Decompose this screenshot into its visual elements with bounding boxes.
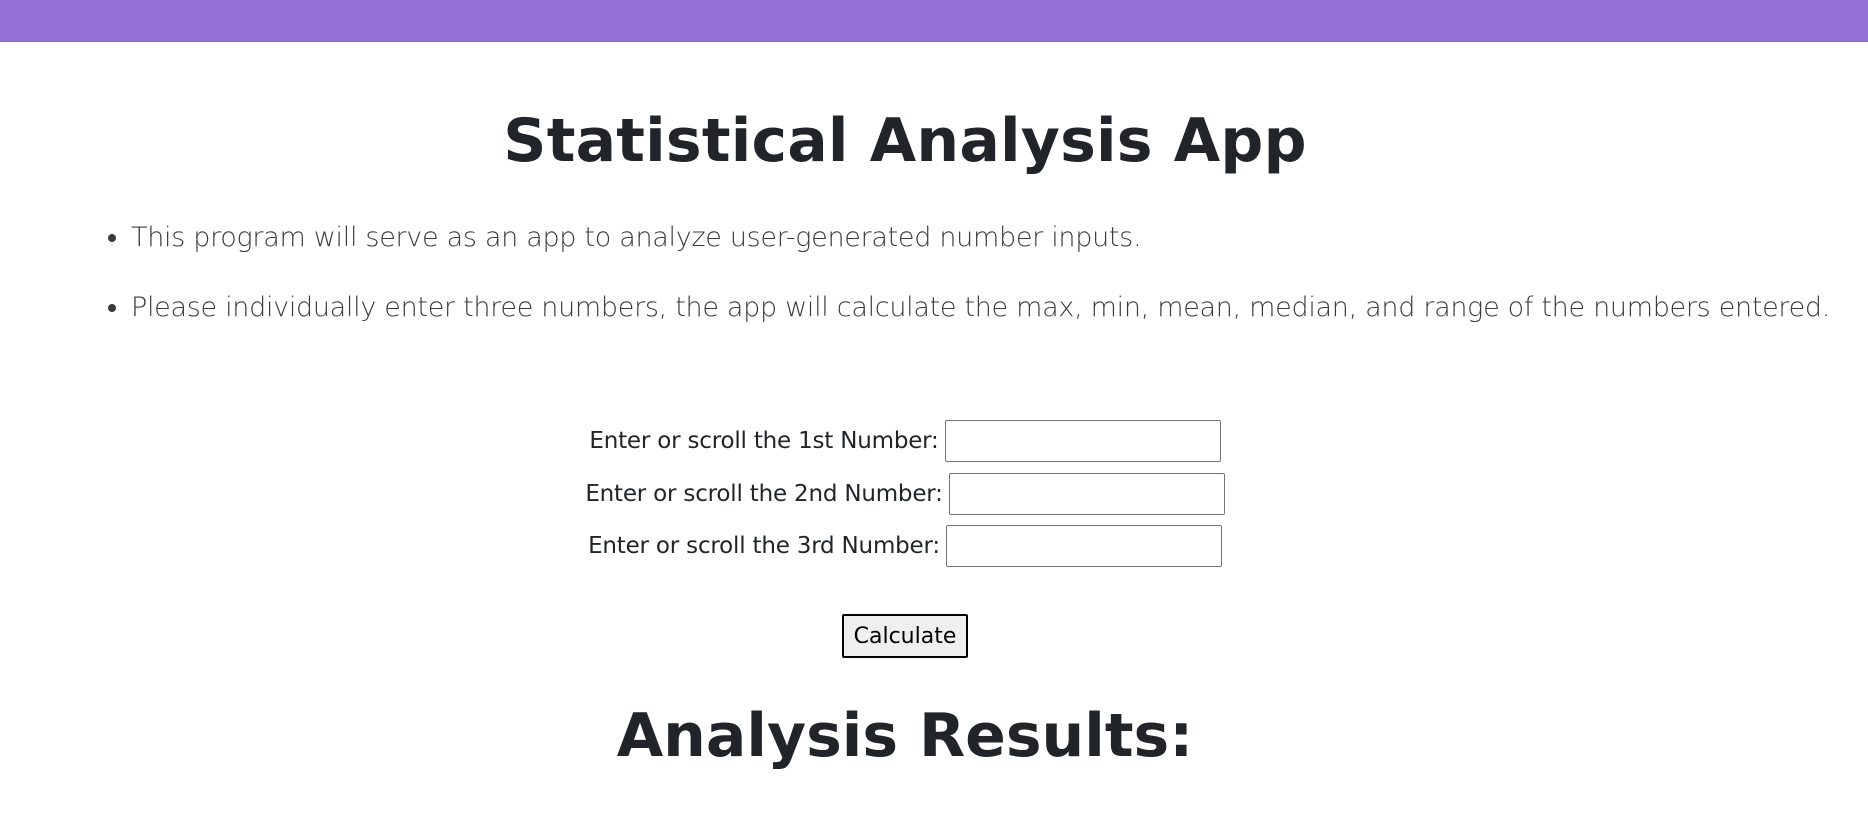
intro-item-instructions: Please individually enter three numbers,… [131,290,1830,325]
number-3-input[interactable] [945,525,1222,567]
number-row-3: Enter or scroll the 3rd Number: [0,525,1810,567]
calculate-container: Calculate [0,614,1810,658]
top-banner-bar [0,0,1868,42]
number-3-label: Enter or scroll the 3rd Number: [588,533,940,559]
calculate-button[interactable]: Calculate [841,614,969,658]
number-1-label: Enter or scroll the 1st Number: [589,428,939,454]
number-row-1: Enter or scroll the 1st Number: [0,420,1810,462]
results-title: Analysis Results: [616,701,1194,771]
number-2-input[interactable] [948,473,1225,515]
number-2-label: Enter or scroll the 2nd Number: [585,481,943,507]
intro-item-purpose: This program will serve as an app to ana… [131,220,1830,255]
number-row-2: Enter or scroll the 2nd Number: [0,473,1810,515]
number-1-input[interactable] [944,420,1221,462]
intro-list: This program will serve as an app to ana… [105,220,1830,360]
page-title: Statistical Analysis App [503,106,1307,176]
